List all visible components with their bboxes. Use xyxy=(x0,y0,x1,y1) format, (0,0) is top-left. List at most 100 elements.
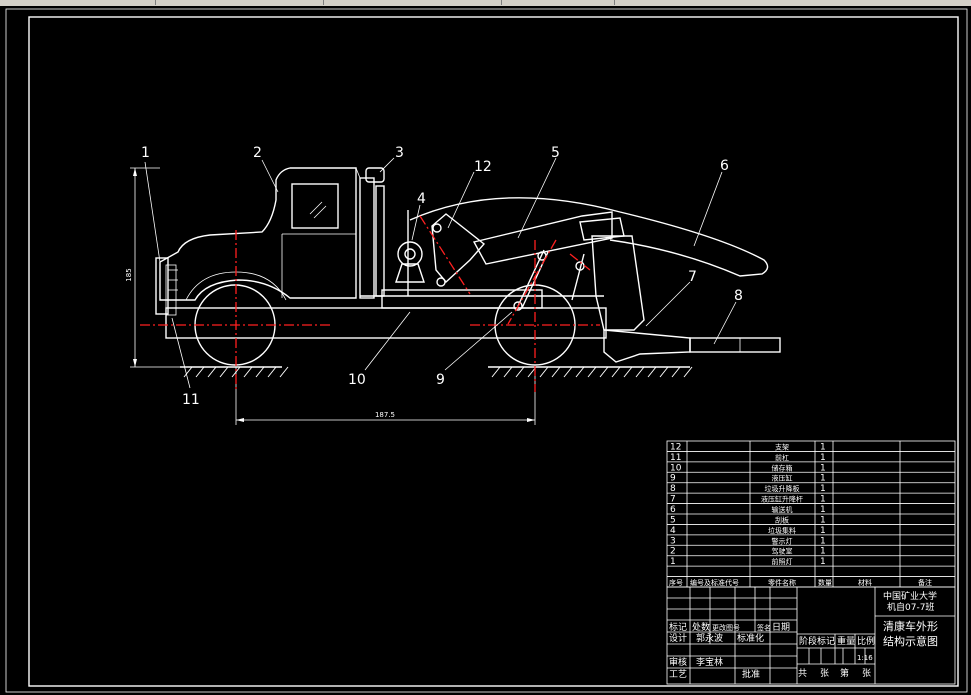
ground-hatch-tick xyxy=(587,366,597,378)
outer-border xyxy=(5,8,968,693)
parts-row-name: 液压缸 xyxy=(772,474,793,483)
tb-approve-label: 批准 xyxy=(742,668,760,680)
parts-row-name: 垃圾升降板 xyxy=(765,484,800,493)
parts-row-no: 3 xyxy=(670,536,676,546)
callout-1: 1 xyxy=(141,145,150,161)
parts-row-name: 刮板 xyxy=(775,515,789,524)
ground-hatch-tick xyxy=(575,366,585,378)
parts-row-qty: 1 xyxy=(820,495,826,505)
tb-rev-date: 日期 xyxy=(772,622,790,633)
parts-row-qty: 1 xyxy=(820,484,826,494)
chassis-frame xyxy=(165,307,607,339)
parts-row-name: 支架 xyxy=(775,442,789,451)
parts-row-name: 警示灯 xyxy=(772,536,793,545)
ground-hatch-tick xyxy=(623,366,633,378)
ground-hatch-tick xyxy=(671,366,681,378)
callout-2: 2 xyxy=(253,145,262,161)
parts-row-no: 12 xyxy=(670,442,681,452)
tb-rev-mark: 标记 xyxy=(669,621,687,633)
ground-hatch-tick xyxy=(207,366,217,378)
ground-hatch-rear xyxy=(488,366,693,378)
lift-frame xyxy=(591,235,645,331)
tb-scale-label: 比例 xyxy=(857,635,875,647)
title-block: 中国矿业大学 机自07-7班 清康车外形 结构示意图 标记 处数 更改图号 签名… xyxy=(666,586,956,685)
callout-10: 10 xyxy=(348,372,366,388)
cad-drawing-canvas[interactable]: 185 187.5 1 2 3 4 5 6 7 8 9 10 11 12 12 … xyxy=(0,0,971,695)
parts-row-qty: 1 xyxy=(820,536,826,546)
tb-review-label: 审核 xyxy=(669,656,687,668)
parts-row-qty: 1 xyxy=(820,557,826,567)
tb-sheet-unit: 张 xyxy=(820,668,829,679)
ground-hatch-tick xyxy=(219,366,229,378)
ground-hatch-tick xyxy=(243,366,253,378)
ground-hatch-tick xyxy=(267,366,277,378)
parts-row-name: 前杠 xyxy=(775,453,789,462)
callout-5: 5 xyxy=(551,145,560,161)
cab-back-pillar xyxy=(359,177,375,299)
callout-9: 9 xyxy=(436,372,445,388)
callout-11: 11 xyxy=(182,392,200,408)
ground-hatch-tick xyxy=(563,366,573,378)
callout-6: 6 xyxy=(720,158,729,174)
parts-row-no: 2 xyxy=(670,547,676,557)
cab-window xyxy=(291,183,339,229)
callout-12: 12 xyxy=(474,159,492,175)
tb-design-label: 设计 xyxy=(669,632,687,644)
tb-reviewer: 李宝林 xyxy=(696,656,723,668)
parts-row-name: 前照灯 xyxy=(772,557,793,566)
parts-row-name: 驾驶室 xyxy=(772,547,793,556)
parts-row-qty: 1 xyxy=(820,547,826,557)
parts-row-no: 8 xyxy=(670,484,676,494)
ground-hatch-tick xyxy=(279,366,289,378)
ground-hatch-tick xyxy=(683,366,693,378)
parts-row-name: 液压缸升降杆 xyxy=(761,495,803,504)
parts-row-qty: 1 xyxy=(820,453,826,463)
parts-header-material: 材料 xyxy=(858,578,872,587)
tb-rev-doc: 更改图号 xyxy=(712,623,740,632)
tb-rev-count: 处数 xyxy=(692,621,710,633)
tb-title-line2: 结构示意图 xyxy=(883,634,938,648)
parts-row-name: 输送机 xyxy=(772,505,793,514)
parts-row-name: 储存箱 xyxy=(772,463,793,472)
ground-hatch-tick xyxy=(635,366,645,378)
ground-hatch-tick xyxy=(195,366,205,378)
ground-hatch-front xyxy=(180,366,289,378)
parts-header-remark: 备注 xyxy=(918,578,932,587)
ground-hatch-tick xyxy=(255,366,265,378)
callout-8: 8 xyxy=(734,288,743,304)
height-dim-value: 185 xyxy=(125,268,133,281)
garbage-lift-plate xyxy=(689,337,781,353)
parts-row-no: 1 xyxy=(670,557,676,567)
ground-hatch-tick xyxy=(491,366,501,378)
parts-row-qty: 1 xyxy=(820,526,826,536)
callout-7: 7 xyxy=(688,269,697,285)
tb-rev-sign: 签名 xyxy=(757,623,771,632)
tb-sheet-unit2: 张 xyxy=(862,668,871,679)
parts-row-qty: 1 xyxy=(820,463,826,473)
wheelbase-dim-value: 187.5 xyxy=(375,411,395,419)
height-dimension: 185 xyxy=(125,167,180,368)
parts-row-qty: 1 xyxy=(820,515,826,525)
callout-3: 3 xyxy=(395,145,404,161)
tb-sheet-no: 第 xyxy=(840,667,849,679)
ground-hatch-tick xyxy=(515,366,525,378)
collector-drum xyxy=(397,241,423,267)
parts-row-no: 5 xyxy=(670,515,676,525)
ground-hatch-tick xyxy=(539,366,549,378)
ground-hatch-tick xyxy=(647,366,657,378)
parts-header-no: 序号 xyxy=(669,578,683,587)
tb-stage-label: 阶段标记 xyxy=(799,635,835,647)
parts-row-no: 7 xyxy=(670,495,676,505)
parts-row-name: 垃圾集料 xyxy=(768,526,796,535)
tb-title-line1: 清康车外形 xyxy=(883,619,938,633)
parts-list-table: 12 支架 111 前杠 110 储存箱 19 液压缸 18 垃圾升降板 17 液压缸升降杆 16 输送机… xyxy=(666,440,956,588)
callout-4: 4 xyxy=(417,191,426,207)
tb-school: 中国矿业大学 xyxy=(883,590,937,602)
ground-hatch-tick xyxy=(551,366,561,378)
ground-hatch-tick xyxy=(503,366,513,378)
tb-designer: 郭永波 xyxy=(696,632,723,644)
tb-sheets-total: 共 xyxy=(798,668,807,679)
parts-row-qty: 1 xyxy=(820,474,826,484)
tb-scale-value: 1:16 xyxy=(857,654,873,662)
warning-light xyxy=(365,167,385,183)
